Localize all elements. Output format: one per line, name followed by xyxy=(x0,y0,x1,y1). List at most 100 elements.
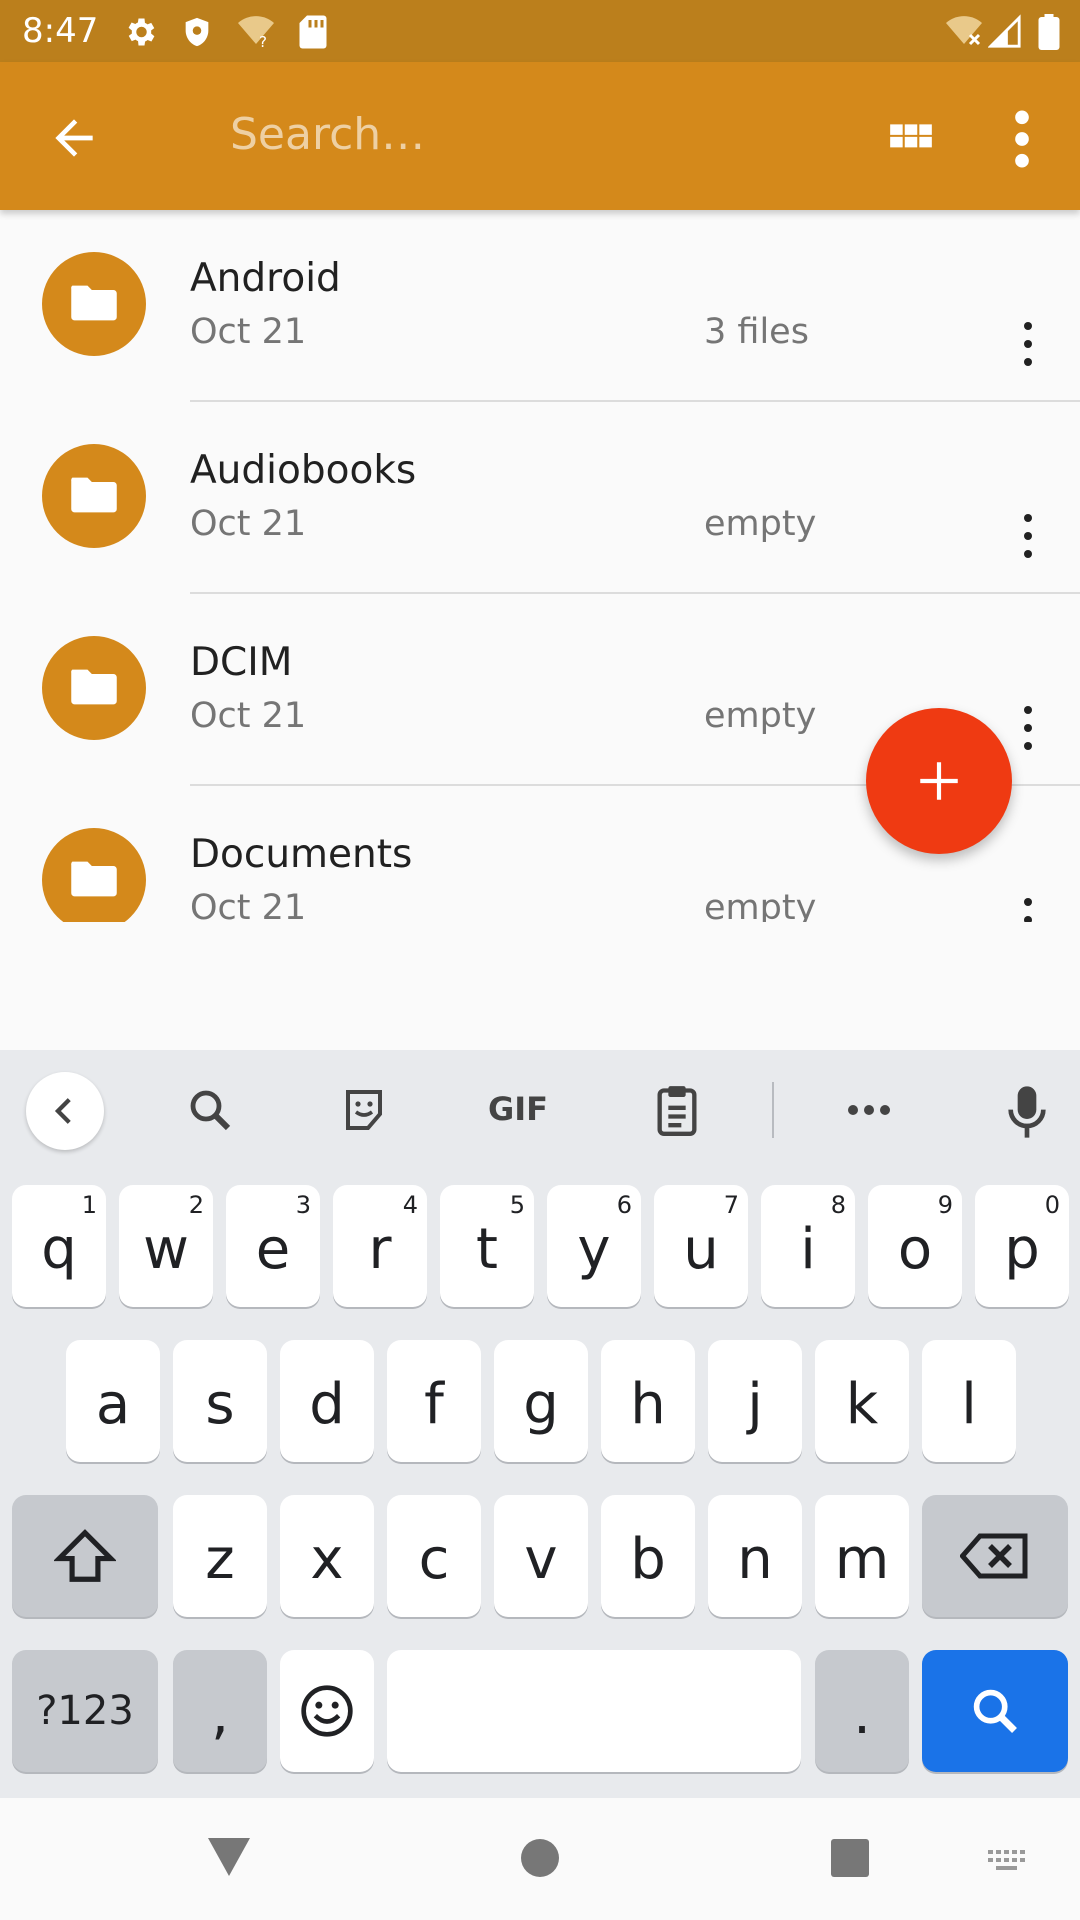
file-name: Android xyxy=(190,256,341,301)
settings-icon xyxy=(122,14,158,54)
key-z[interactable]: z xyxy=(173,1495,267,1617)
key-c[interactable]: c xyxy=(387,1495,481,1617)
key-label: s xyxy=(205,1371,235,1437)
space-key[interactable] xyxy=(387,1650,801,1772)
file-name: Documents xyxy=(190,832,413,877)
keyboard-switch-icon[interactable] xyxy=(986,1848,1030,1880)
comma-key[interactable]: , xyxy=(173,1650,267,1772)
key-k[interactable]: k xyxy=(815,1340,909,1462)
key-label: , xyxy=(211,1681,229,1747)
key-h[interactable]: h xyxy=(601,1340,695,1462)
add-fab-button[interactable] xyxy=(866,708,1012,854)
key-x[interactable]: x xyxy=(280,1495,374,1617)
key-label: c xyxy=(418,1526,450,1592)
key-w[interactable]: w2 xyxy=(119,1185,213,1307)
key-l[interactable]: l xyxy=(922,1340,1016,1462)
grid-view-icon[interactable] xyxy=(886,114,936,164)
list-item[interactable]: Audiobooks Oct 21 empty xyxy=(0,402,1080,594)
toolbar-divider xyxy=(772,1082,774,1138)
key-b[interactable]: b xyxy=(601,1495,695,1617)
key-label: t xyxy=(476,1216,498,1282)
file-date: Oct 21 xyxy=(190,888,307,922)
folder-icon xyxy=(42,252,146,356)
shift-key[interactable] xyxy=(12,1495,158,1617)
status-bar: 8:47 ? xyxy=(0,0,1080,62)
key-hint: 2 xyxy=(188,1191,204,1219)
key-g[interactable]: g xyxy=(494,1340,588,1462)
item-more-icon[interactable] xyxy=(1010,894,1046,922)
key-e[interactable]: e3 xyxy=(226,1185,320,1307)
search-input[interactable] xyxy=(230,98,830,170)
home-circle-icon[interactable] xyxy=(520,1838,560,1882)
arrow-back-icon[interactable] xyxy=(46,110,102,166)
key-label: l xyxy=(961,1371,977,1437)
key-hint: 1 xyxy=(81,1191,97,1219)
key-a[interactable]: a xyxy=(66,1340,160,1462)
plus-icon xyxy=(920,762,958,800)
key-n[interactable]: n xyxy=(708,1495,802,1617)
key-label: . xyxy=(853,1681,871,1747)
key-label: x xyxy=(310,1526,344,1592)
key-d[interactable]: d xyxy=(280,1340,374,1462)
key-s[interactable]: s xyxy=(173,1340,267,1462)
key-label: b xyxy=(630,1526,666,1592)
file-info: empty xyxy=(704,504,817,544)
file-date: Oct 21 xyxy=(190,696,307,736)
key-j[interactable]: j xyxy=(708,1340,802,1462)
recents-square-icon[interactable] xyxy=(830,1838,870,1882)
list-item[interactable]: Android Oct 21 3 files xyxy=(0,210,1080,402)
more-horiz-icon[interactable] xyxy=(846,1102,892,1121)
key-label: f xyxy=(424,1371,444,1437)
backspace-key[interactable] xyxy=(922,1495,1068,1617)
key-o[interactable]: o9 xyxy=(868,1185,962,1307)
back-chevron-icon[interactable] xyxy=(26,1072,104,1150)
key-label: y xyxy=(577,1216,611,1282)
key-hint: 6 xyxy=(616,1191,632,1219)
key-f[interactable]: f xyxy=(387,1340,481,1462)
key-r[interactable]: r4 xyxy=(333,1185,427,1307)
key-label: a xyxy=(95,1371,131,1437)
period-key[interactable]: . xyxy=(815,1650,909,1772)
key-v[interactable]: v xyxy=(494,1495,588,1617)
emoji-key[interactable] xyxy=(280,1650,374,1772)
keyboard: GIF q1 w2 e3 r4 t5 y6 u7 i8 o9 p0 a s d … xyxy=(0,1050,1080,1798)
key-label: v xyxy=(524,1526,558,1592)
sticker-icon[interactable] xyxy=(340,1086,388,1138)
sd-card-icon xyxy=(298,14,328,54)
key-p[interactable]: p0 xyxy=(975,1185,1069,1307)
key-i[interactable]: i8 xyxy=(761,1185,855,1307)
key-m[interactable]: m xyxy=(815,1495,909,1617)
key-hint: 7 xyxy=(723,1191,739,1219)
app-bar xyxy=(0,62,1080,210)
file-name: DCIM xyxy=(190,640,293,685)
signal-icon xyxy=(987,14,1022,54)
folder-icon xyxy=(42,828,146,922)
key-u[interactable]: u7 xyxy=(654,1185,748,1307)
back-triangle-icon[interactable] xyxy=(206,1836,252,1882)
wifi-off-icon xyxy=(944,14,984,54)
item-more-icon[interactable] xyxy=(1010,510,1046,566)
item-more-icon[interactable] xyxy=(1010,318,1046,374)
search-icon[interactable] xyxy=(186,1086,234,1138)
key-label: z xyxy=(205,1526,235,1592)
key-t[interactable]: t5 xyxy=(440,1185,534,1307)
key-label: j xyxy=(747,1371,763,1437)
search-action-key[interactable] xyxy=(922,1650,1068,1772)
more-vert-icon[interactable] xyxy=(1000,108,1044,170)
nav-bar xyxy=(0,1798,1080,1920)
key-q[interactable]: q1 xyxy=(12,1185,106,1307)
folder-icon xyxy=(42,636,146,740)
file-date: Oct 21 xyxy=(190,312,307,352)
key-hint: 3 xyxy=(295,1191,311,1219)
key-y[interactable]: y6 xyxy=(547,1185,641,1307)
mic-icon[interactable] xyxy=(1006,1084,1048,1144)
key-label: q xyxy=(41,1216,77,1282)
key-label: h xyxy=(630,1371,666,1437)
file-info: empty xyxy=(704,696,817,736)
gif-button[interactable]: GIF xyxy=(488,1090,548,1128)
status-time: 8:47 xyxy=(22,11,99,51)
key-hint: 9 xyxy=(937,1191,953,1219)
symbols-key[interactable]: ?123 xyxy=(12,1650,158,1772)
item-more-icon[interactable] xyxy=(1010,702,1046,758)
clipboard-icon[interactable] xyxy=(654,1084,700,1140)
